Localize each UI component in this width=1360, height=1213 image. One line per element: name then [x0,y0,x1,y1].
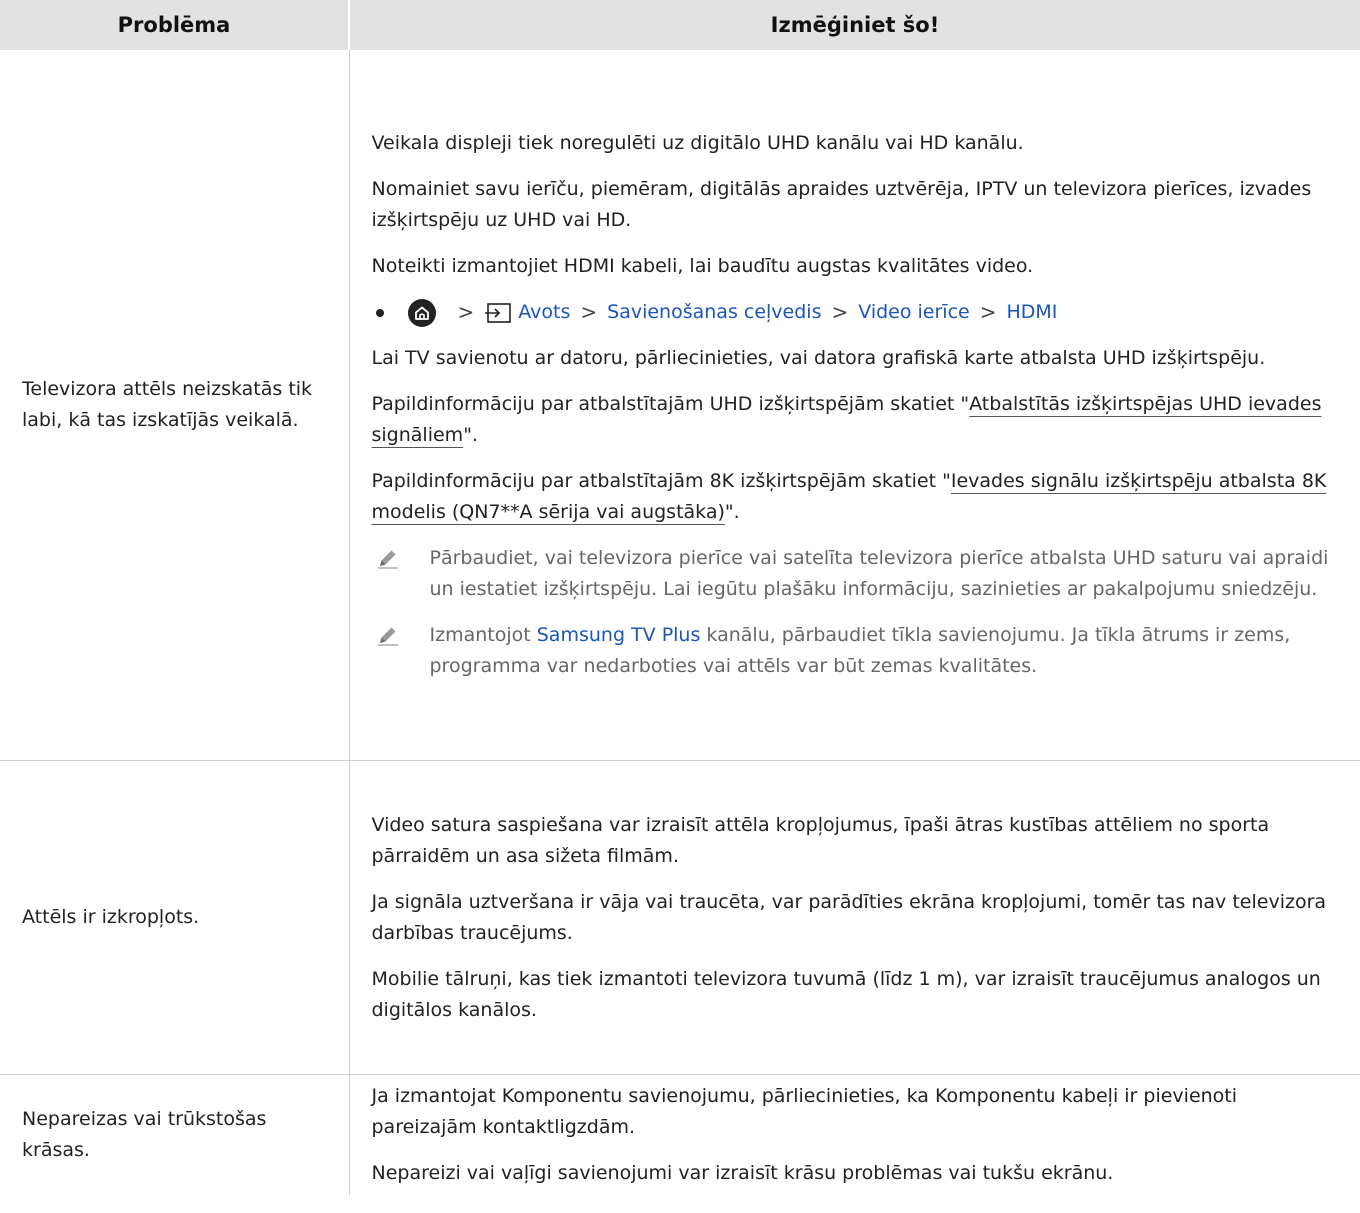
header-problem: Problēma [0,0,350,50]
bullet-icon [375,308,384,317]
note-text: Pārbaudiet, vai televizora pierīce vai s… [429,547,1329,600]
troubleshooting-table: Problēma Izmēģiniet šo! Televizora attēl… [0,0,1360,1195]
samsung-tv-plus-link[interactable]: Samsung TV Plus [537,624,701,646]
source-icon [484,302,512,324]
solution-paragraph: Mobilie tālruņi, kas tiek izmantoti tele… [371,967,1321,1021]
table-row: Attēls ir izkropļots. Video satura saspi… [0,760,1360,1075]
pencil-note-icon [377,550,398,569]
solution-cell: Video satura saspiešana var izraisīt att… [349,760,1360,1075]
solution-paragraph: Video satura saspiešana var izraisīt att… [371,813,1270,867]
text: Papildinformāciju par atbalstītajām 8K i… [371,470,951,492]
home-icon[interactable] [407,298,436,327]
solution-paragraph: Nepareizi vai vaļīgi savienojumi var izr… [371,1162,1114,1184]
pencil-note-icon [377,627,398,646]
solution-cell: Veikala displeji tiek noregulēti uz digi… [349,50,1360,761]
chevron-right-icon: > [457,300,475,324]
text: ". [463,424,478,446]
chevron-right-icon: > [580,300,598,324]
note: Pārbaudiet, vai televizora pierīce vai s… [372,543,1347,605]
menu-item-video-device[interactable]: Video ierīce [858,297,969,328]
solution-paragraph: Lai TV savienotu ar datoru, pārlieciniet… [371,347,1266,369]
solution-paragraph: Ja izmantojat Komponentu savienojumu, pā… [371,1085,1238,1138]
chevron-right-icon: > [831,300,849,324]
table-row: Televizora attēls neizskatās tik labi, k… [0,50,1360,761]
solution-paragraph: Nomainiet savu ierīču, piemēram, digitāl… [371,178,1312,231]
menu-item-connection-guide[interactable]: Savienošanas ceļvedis [607,297,821,328]
text: ". [724,501,740,523]
problem-cell: Televizora attēls neizskatās tik labi, k… [0,50,350,761]
solution-paragraph: Papildinformāciju par atbalstītajām UHD … [372,389,1347,451]
menu-item-avots[interactable]: Avots [518,297,570,328]
solution-paragraph: Papildinformāciju par atbalstītajām 8K i… [372,466,1347,528]
solution-paragraph: Noteikti izmantojiet HDMI kabeli, lai ba… [371,255,1034,277]
text: Izmantojot [429,624,537,646]
chevron-right-icon: > [979,300,997,324]
note-text: Izmantojot Samsung TV Plus kanālu, pārba… [430,620,1347,682]
problem-cell: Attēls ir izkropļots. [0,760,350,1075]
solution-cell: Ja izmantojat Komponentu savienojumu, pā… [349,1075,1360,1196]
menu-item-hdmi[interactable]: HDMI [1006,297,1057,328]
note: Izmantojot Samsung TV Plus kanālu, pārba… [372,620,1347,682]
menu-path: > Avots > Savienošanas ceļvedis > Video … [372,297,1347,328]
header-try-this: Izmēģiniet šo! [349,0,1360,50]
problem-cell: Nepareizas vai trūkstošas krāsas. [0,1074,350,1195]
solution-paragraph: Ja signāla uztveršana ir vāja vai traucē… [371,890,1327,944]
solution-paragraph: Veikala displeji tiek noregulēti uz digi… [371,132,1024,154]
table-header-row: Problēma Izmēģiniet šo! [0,0,1360,50]
text: Papildinformāciju par atbalstītajām UHD … [371,393,970,415]
table-row: Nepareizas vai trūkstošas krāsas. Ja izm… [0,1074,1360,1196]
